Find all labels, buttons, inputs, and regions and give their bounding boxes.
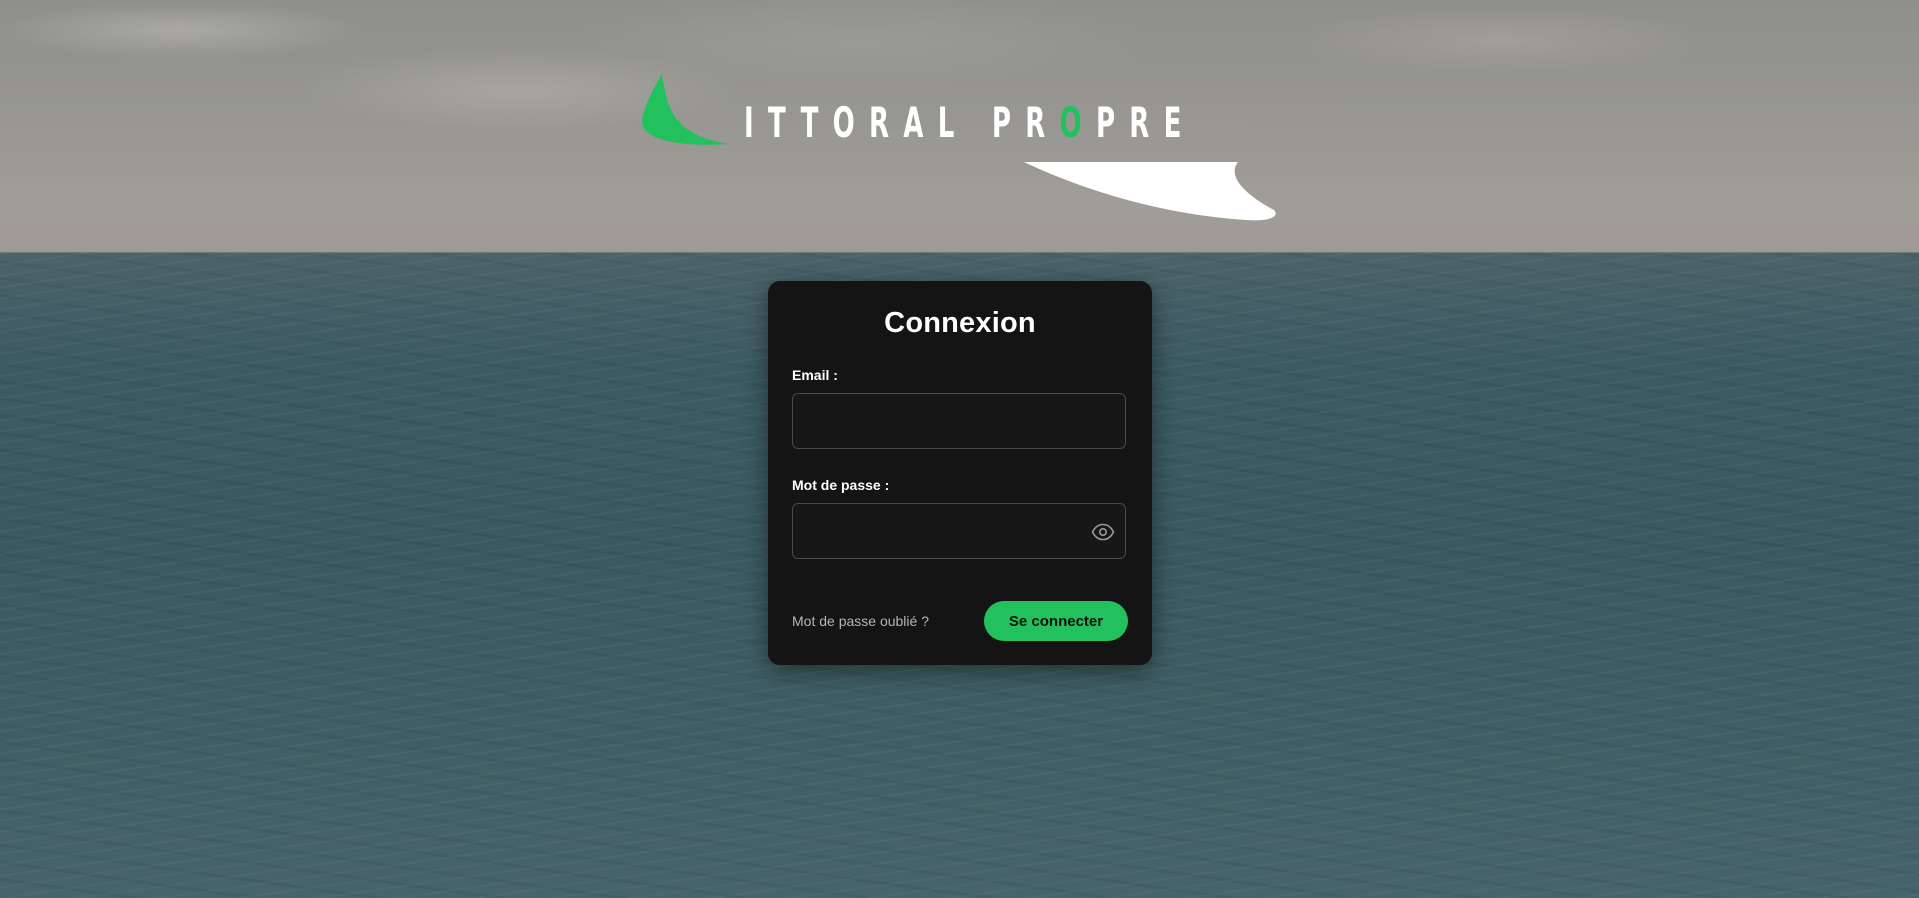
login-button[interactable]: Se connecter bbox=[984, 601, 1128, 641]
login-card: Connexion Email : Mot de passe : Mot de … bbox=[768, 281, 1152, 665]
password-field[interactable] bbox=[792, 503, 1126, 559]
brand-name-suffix: PRE bbox=[1095, 98, 1196, 147]
white-swoosh-icon bbox=[1024, 162, 1276, 221]
login-title: Connexion bbox=[884, 307, 1036, 339]
green-sail-icon bbox=[642, 74, 730, 145]
brand-name: ITTORAL PROPRE bbox=[744, 98, 1196, 147]
email-label: Email : bbox=[792, 367, 838, 383]
login-page: ITTORAL PROPRE Connexion Email : Mot de … bbox=[0, 0, 1919, 898]
eye-icon[interactable] bbox=[1091, 520, 1115, 544]
email-field[interactable] bbox=[792, 393, 1126, 449]
brand-name-accent: O bbox=[1059, 98, 1096, 147]
brand-name-prefix: ITTORAL PR bbox=[744, 98, 1060, 147]
brand-logo: ITTORAL PROPRE bbox=[640, 70, 1280, 240]
password-label: Mot de passe : bbox=[792, 477, 890, 493]
forgot-password-link[interactable]: Mot de passe oublié ? bbox=[792, 613, 929, 629]
